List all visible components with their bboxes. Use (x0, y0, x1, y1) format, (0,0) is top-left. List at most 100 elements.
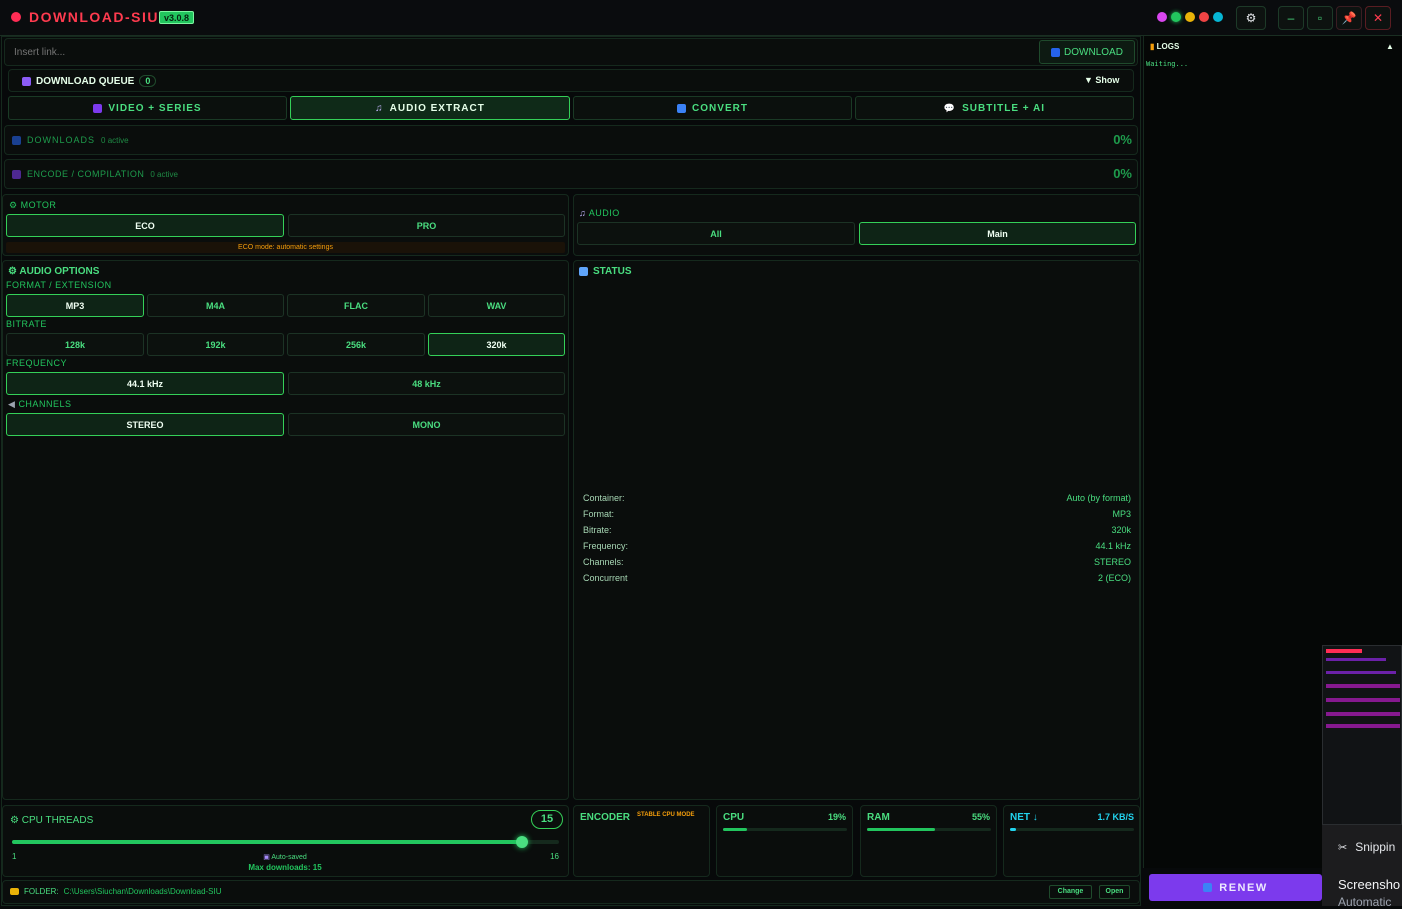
download-queue-bar[interactable] (8, 69, 1134, 92)
renew-button[interactable]: RENEW (1149, 874, 1322, 901)
logs-title: ▮ LOGS (1150, 42, 1180, 51)
speaker-icon: ◀ (8, 399, 16, 409)
cpu-threads-value: 15 (531, 810, 563, 829)
ram-label: RAM (867, 812, 890, 823)
channels-mono-button[interactable]: MONO (288, 413, 565, 436)
bitrate-128k-button[interactable]: 128k (6, 333, 144, 356)
bitrate-192k-button[interactable]: 192k (147, 333, 284, 356)
queue-icon (22, 76, 31, 86)
theme-dot-yellow[interactable] (1185, 12, 1195, 22)
theme-dot-green[interactable] (1171, 12, 1181, 22)
encode-percent: 0% (1113, 166, 1132, 181)
encoder-mode-badge: STABLE CPU MODE (637, 812, 695, 818)
ram-value: 55% (971, 812, 990, 822)
audio-label: ♫ AUDIO (579, 208, 620, 218)
cpu-value: 19% (827, 812, 846, 822)
max-downloads-note: Max downloads: 15 (248, 863, 322, 872)
download-icon (1051, 47, 1061, 57)
motor-eco-button[interactable]: ECO (6, 214, 284, 237)
thumbnail-row (1326, 684, 1400, 688)
maximize-button[interactable]: ▫ (1307, 6, 1333, 30)
status-row: Concurrent 2 (ECO) (583, 573, 1131, 583)
queue-title: DOWNLOAD QUEUE 0 (22, 75, 157, 87)
bitrate-320k-button[interactable]: 320k (428, 333, 565, 356)
frequency-44-1-button[interactable]: 44.1 kHz (6, 372, 284, 395)
ram-bar-fill (867, 828, 936, 831)
net-label: NET ↓ (1010, 812, 1038, 823)
channels-stereo-button[interactable]: STEREO (6, 413, 284, 436)
slider-min-label: 1 (12, 852, 17, 861)
convert-icon (677, 103, 687, 113)
tab-video-series[interactable]: VIDEO + SERIES (8, 96, 287, 120)
autosaved-note: ▣ Auto-saved (263, 854, 307, 861)
cpu-bar-fill (723, 828, 747, 831)
cpu-bar-track (723, 828, 847, 831)
download-icon (12, 135, 21, 145)
frequency-48-button[interactable]: 48 kHz (288, 372, 565, 395)
pin-icon: 📌 (1341, 11, 1357, 25)
status-row: Container: Auto (by format) (583, 493, 1131, 503)
snipping-title: Screensho (1338, 877, 1401, 892)
theme-dot-cyan[interactable] (1213, 12, 1223, 22)
status-row: Bitrate: 320k (583, 525, 1131, 535)
format-label: FORMAT / EXTENSION (6, 280, 112, 290)
thumbnail-row (1326, 658, 1386, 661)
app-title: DOWNLOAD-SIU (29, 9, 159, 25)
audio-all-button[interactable]: All (577, 222, 855, 245)
snipping-notification[interactable] (1322, 825, 1402, 906)
save-icon: ▣ (263, 854, 270, 861)
thumbnail-row (1326, 724, 1400, 728)
motor-pro-button[interactable]: PRO (288, 214, 565, 237)
tab-subtitle-ai[interactable]: 💬 SUBTITLE + AI (855, 96, 1134, 120)
format-wav-button[interactable]: WAV (428, 294, 565, 317)
net-bar-track (1010, 828, 1134, 831)
downloads-header: DOWNLOADS 0 active (12, 135, 129, 145)
logs-collapse-toggle[interactable]: ▲ (1386, 42, 1394, 51)
film-icon (93, 103, 103, 113)
slider-max-label: 16 (550, 852, 559, 861)
format-flac-button[interactable]: FLAC (287, 294, 425, 317)
downloads-panel (4, 125, 1138, 155)
change-folder-button[interactable]: Change (1049, 885, 1092, 899)
eco-mode-note: ECO mode: automatic settings (6, 242, 565, 253)
folder-info: FOLDER: C:\Users\Siuchan\Downloads\Downl… (10, 887, 222, 896)
status-row: Format: MP3 (583, 509, 1131, 519)
audio-main-button[interactable]: Main (859, 222, 1136, 245)
refresh-icon (1203, 883, 1213, 892)
minimize-button[interactable]: – (1278, 6, 1304, 30)
folder-icon (10, 888, 19, 895)
format-m4a-button[interactable]: M4A (147, 294, 284, 317)
thumbnail-row (1326, 698, 1400, 702)
ram-bar-track (867, 828, 991, 831)
encoder-label: ENCODER (580, 812, 631, 823)
logs-output: Waiting... (1146, 60, 1189, 68)
bitrate-256k-button[interactable]: 256k (287, 333, 425, 356)
version-badge: v3.0.8 (159, 11, 195, 24)
cpu-threads-label: ⚙ CPU THREADS (10, 815, 94, 826)
channels-label: ◀ CHANNELS (8, 399, 72, 409)
format-mp3-button[interactable]: MP3 (6, 294, 144, 317)
settings-button[interactable]: ⚙ (1236, 6, 1266, 30)
speech-bubble-icon: 💬 (943, 102, 957, 113)
status-row: Channels: STEREO (583, 557, 1131, 567)
tab-audio-extract[interactable]: ♫ AUDIO EXTRACT (290, 96, 570, 120)
pin-button[interactable]: 📌 (1336, 6, 1362, 30)
frequency-label: FREQUENCY (6, 358, 68, 368)
open-folder-button[interactable]: Open (1099, 885, 1130, 899)
bitrate-label: BITRATE (6, 319, 47, 329)
snipping-thumbnail[interactable] (1322, 645, 1402, 825)
cpu-threads-slider-fill (12, 840, 523, 844)
notepad-icon: ▮ (1150, 42, 1155, 51)
net-value: 1.7 KB/S (1097, 812, 1134, 822)
download-button[interactable]: DOWNLOAD (1039, 40, 1135, 64)
thumbnail-row (1326, 671, 1396, 674)
link-input[interactable] (6, 40, 1036, 64)
thumbnail-title (1326, 649, 1362, 653)
thumbnail-row (1326, 712, 1400, 716)
tab-convert[interactable]: CONVERT (573, 96, 852, 120)
close-button[interactable]: ✕ (1365, 6, 1391, 30)
theme-dot-magenta[interactable] (1157, 12, 1167, 22)
theme-dot-red[interactable] (1199, 12, 1209, 22)
queue-show-toggle[interactable]: ▼ Show (1084, 75, 1119, 85)
app-logo-dot (11, 12, 21, 22)
